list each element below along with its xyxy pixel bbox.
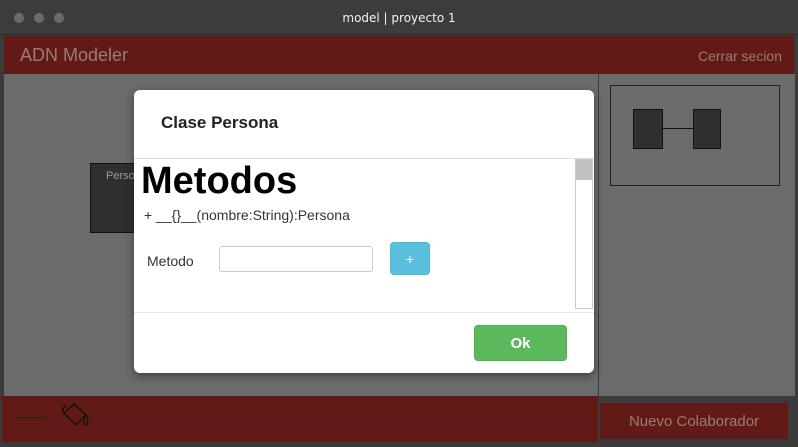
class-modal: Clase Persona Metodos + __{}__(nombre:St…: [134, 90, 594, 373]
method-input[interactable]: [219, 246, 373, 272]
title-bar: model | proyecto 1: [0, 0, 798, 35]
add-method-button[interactable]: +: [390, 242, 430, 275]
app-window: model | proyecto 1 ADN Modeler Cerrar se…: [0, 0, 798, 447]
divider: [134, 312, 594, 313]
ok-button[interactable]: Ok: [474, 325, 567, 361]
modal-scrollbar[interactable]: [575, 159, 593, 309]
methods-heading: Metodos: [141, 160, 298, 202]
window-title: model | proyecto 1: [342, 11, 456, 25]
method-field-label: Metodo: [147, 253, 194, 269]
method-item: + __{}__(nombre:String):Persona: [144, 207, 350, 223]
modal-title: Clase Persona: [161, 113, 279, 132]
scrollbar-thumb[interactable]: [576, 160, 592, 180]
modal-body: Metodos + __{}__(nombre:String):Persona …: [134, 159, 594, 311]
